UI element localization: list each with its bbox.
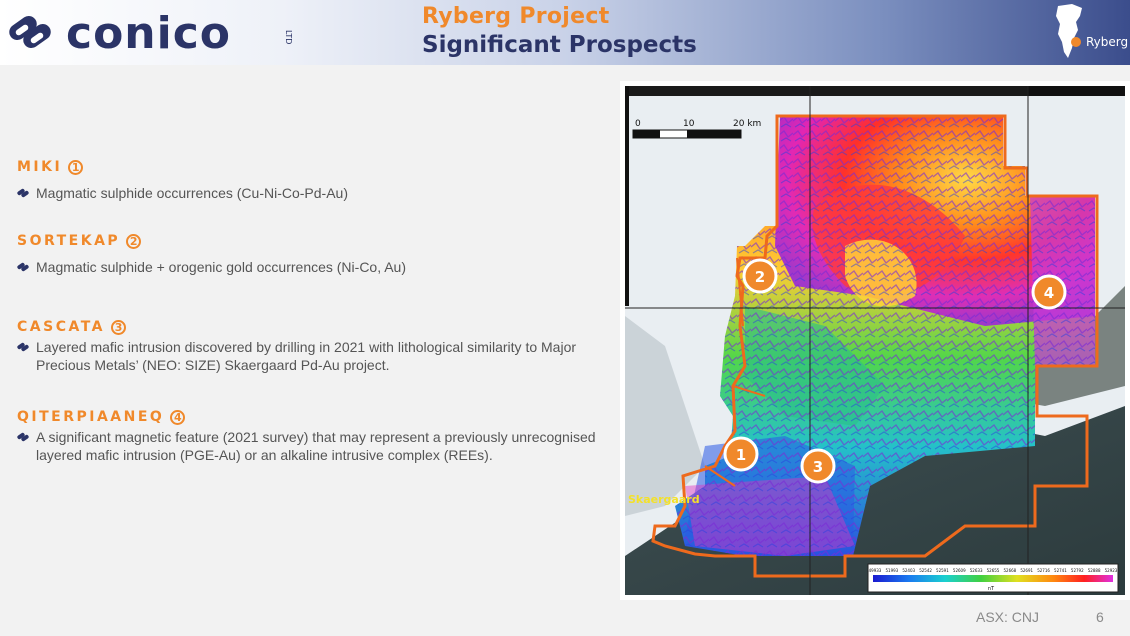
prospect-name: QITERPIAANEQ — [17, 409, 165, 425]
prospect-sortekap: SORTEKAP 2 Magmatic sulphide + orogenic … — [17, 232, 596, 276]
legend-tick-label: 51993 — [885, 568, 898, 573]
legend-tick-label: 52668 — [1003, 568, 1016, 573]
conico-logo-mark-icon — [9, 15, 51, 49]
magnetic-survey-map: 0 10 20 km Skaergaard 2 4 1 3 49933 51993… — [620, 81, 1130, 600]
project-title: Ryberg Project — [422, 4, 610, 29]
conico-bullet-icon — [17, 262, 29, 272]
marker-number: 4 — [1044, 284, 1054, 302]
marker-number: 2 — [755, 268, 765, 286]
prospect-heading: SORTEKAP 2 — [17, 232, 596, 250]
prospect-marker-3: 3 — [800, 448, 836, 484]
scale-label: 0 — [635, 119, 641, 129]
prospect-marker-1: 1 — [723, 436, 759, 472]
prospect-cascata: CASCATA 3 Layered mafic intrusion discov… — [17, 318, 606, 374]
conico-bullet-icon — [17, 342, 29, 352]
bullet-item: A significant magnetic feature (2021 sur… — [17, 428, 596, 464]
bullet-item: Magmatic sulphide + orogenic gold occurr… — [17, 258, 596, 276]
scale-label: 20 km — [733, 119, 761, 129]
conico-bullet-icon — [17, 188, 29, 198]
legend-tick-label: 52403 — [902, 568, 915, 573]
ryberg-location-dot — [1071, 37, 1081, 47]
prospect-name: SORTEKAP — [17, 233, 121, 249]
bullet-item: Layered mafic intrusion discovered by dr… — [17, 338, 606, 374]
prospect-description: Magmatic sulphide + orogenic gold occurr… — [36, 259, 407, 275]
prospect-miki: MIKI 1 Magmatic sulphide occurrences (Cu… — [17, 158, 596, 202]
legend-tick-label: 52691 — [1020, 568, 1033, 573]
legend-tick-label: 52888 — [1088, 568, 1101, 573]
prospect-heading: MIKI 1 — [17, 158, 596, 176]
legend-tick-label: 52655 — [987, 568, 1000, 573]
prospect-description: A significant magnetic feature (2021 sur… — [36, 429, 596, 463]
legend-colour-ramp — [873, 575, 1113, 582]
prospect-qiterpiaaneq: QITERPIAANEQ 4 A significant magnetic fe… — [17, 408, 596, 464]
bullet-item: Magmatic sulphide occurrences (Cu-Ni-Co-… — [17, 184, 596, 202]
header-banner: conico LTD Ryberg Project Significant Pr… — [0, 0, 1130, 65]
skaergaard-label: Skaergaard — [628, 493, 700, 506]
logo-wordmark: conico — [66, 8, 231, 56]
greenland-map-icon — [1056, 4, 1082, 58]
prospect-heading: QITERPIAANEQ 4 — [17, 408, 596, 426]
legend-tick-label: 52716 — [1037, 568, 1050, 573]
prospect-number-badge: 3 — [111, 319, 127, 335]
legend-tick-label: 52609 — [953, 568, 966, 573]
prospect-number-badge: 4 — [170, 409, 186, 425]
legend-tick-label: 52591 — [936, 568, 949, 573]
legend-tick-label: 52542 — [919, 568, 932, 573]
legend-tick-label: 52923 — [1105, 568, 1118, 573]
prospect-number-badge: 2 — [126, 233, 142, 249]
prospect-marker-2: 2 — [742, 258, 778, 294]
legend-unit: nT — [988, 586, 995, 592]
legend-tick-label: 52633 — [970, 568, 983, 573]
prospect-heading: CASCATA 3 — [17, 318, 606, 336]
prospect-description: Layered mafic intrusion discovered by dr… — [36, 339, 577, 373]
location-label: Ryberg — [1086, 35, 1129, 49]
marker-number: 3 — [813, 458, 823, 476]
prospect-marker-4: 4 — [1031, 274, 1067, 310]
prospect-description: Magmatic sulphide occurrences (Cu-Ni-Co-… — [36, 185, 348, 201]
asx-ticker: ASX: CNJ — [976, 609, 1040, 625]
prospect-name: CASCATA — [17, 319, 106, 335]
legend-tick-label: 52792 — [1071, 568, 1084, 573]
conico-bullet-icon — [17, 432, 29, 442]
marker-number: 1 — [736, 446, 746, 464]
magnetic-legend: 49933 51993 52403 52542 52591 52609 52633 52655… — [867, 563, 1119, 593]
page-title: Significant Prospects — [422, 32, 697, 58]
legend-tick-label: 49933 — [869, 568, 882, 573]
scale-label: 10 — [683, 119, 695, 129]
prospect-name: MIKI — [17, 159, 63, 175]
prospect-number-badge: 1 — [68, 159, 84, 175]
map-canvas: 0 10 20 km Skaergaard 2 4 1 3 49933 51993… — [625, 86, 1125, 595]
logo-ltd: LTD — [284, 30, 293, 44]
map-left-border — [625, 86, 629, 306]
conico-logo: conico LTD — [9, 8, 293, 56]
legend-tick-label: 52741 — [1054, 568, 1067, 573]
page-number: 6 — [1096, 609, 1104, 625]
